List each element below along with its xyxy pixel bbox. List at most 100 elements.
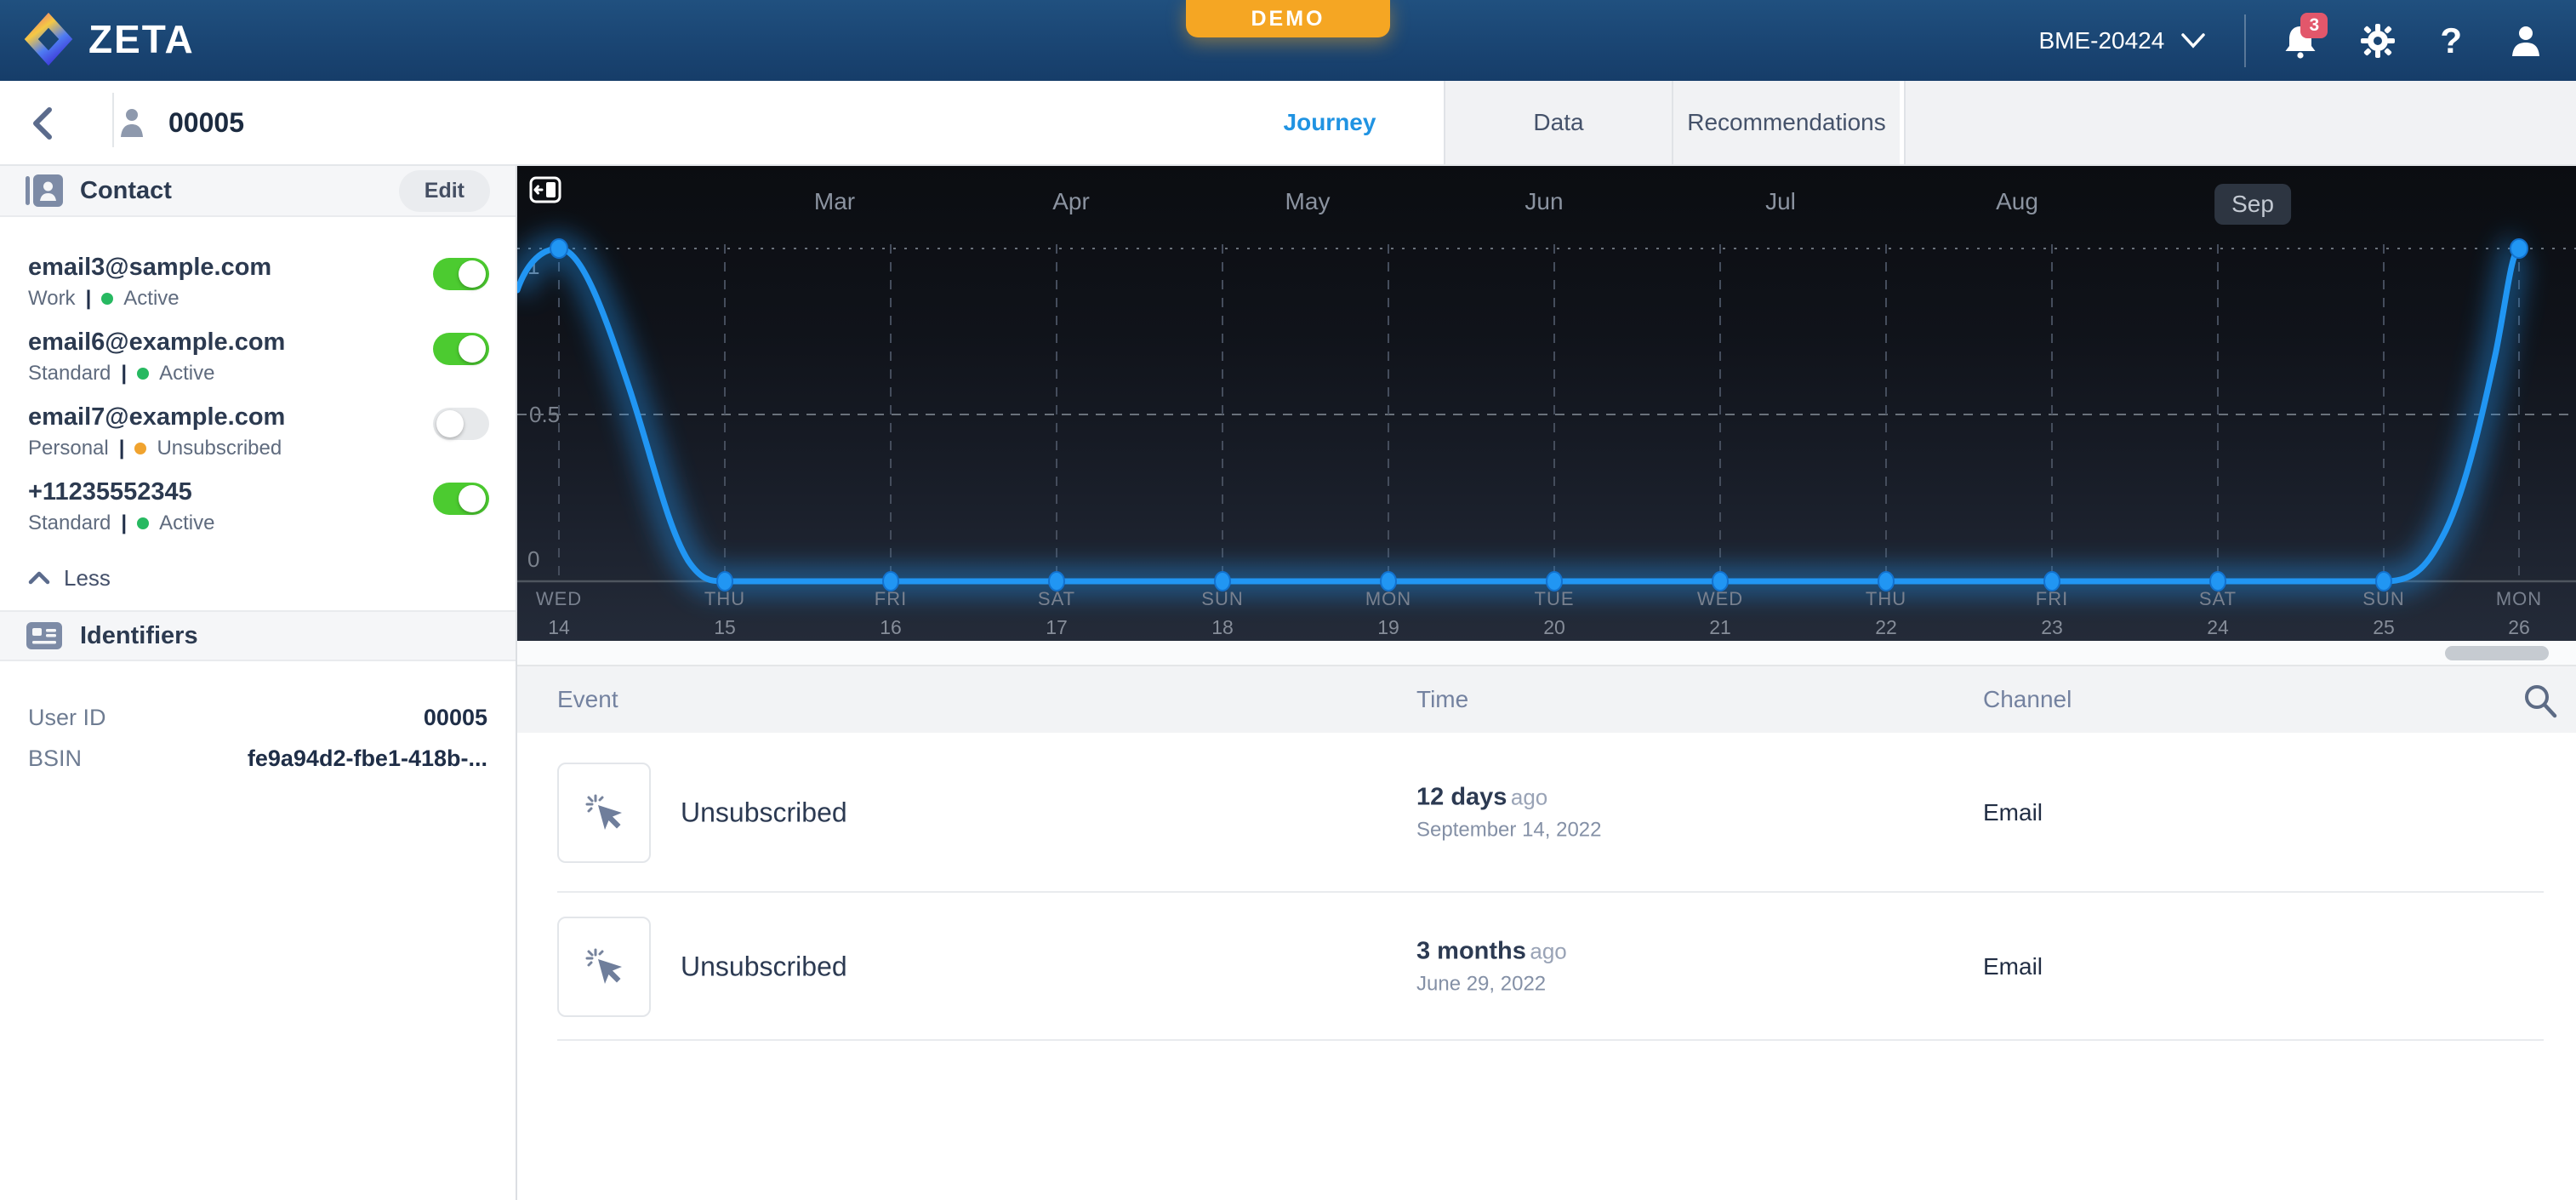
contact-section-title: Contact <box>80 177 172 205</box>
navbar-divider <box>2244 14 2246 67</box>
identifier-value: fe9a94d2-fbe1-418b-... <box>248 746 487 772</box>
contact-toggle[interactable] <box>433 258 489 290</box>
notifications-button[interactable]: 3 <box>2283 23 2317 59</box>
event-row[interactable]: Unsubscribed 3 months ago June 29, 2022 … <box>517 893 2576 1041</box>
profile-identity: 00005 <box>119 81 244 164</box>
toggle-knob <box>436 410 464 437</box>
status-label: Active <box>123 287 179 311</box>
event-name: Unsubscribed <box>681 797 847 829</box>
event-icon-box <box>557 917 651 1017</box>
separator: | <box>86 287 92 311</box>
line-plot <box>517 166 2576 641</box>
search-icon <box>2521 681 2560 720</box>
toggle-knob <box>459 260 486 288</box>
cursor-click-icon <box>582 791 626 835</box>
contact-section-header: Contact Edit <box>0 166 516 217</box>
zeta-app: ZETA DEMO BME-20424 3 <box>0 0 2576 1200</box>
event-name: Unsubscribed <box>681 951 847 983</box>
profile-tabs: Journey Data Recommendations <box>1216 81 1900 164</box>
tab-recommendations[interactable]: Recommendations <box>1672 81 1900 164</box>
event-channel: Email <box>1983 953 2043 980</box>
identifier-value: 00005 <box>424 705 487 731</box>
help-button[interactable]: ? <box>2440 23 2462 59</box>
contact-toggle[interactable] <box>433 483 489 515</box>
tab-journey[interactable]: Journey <box>1216 81 1444 164</box>
contact-item: +11235552345 Standard | Active <box>0 472 516 547</box>
time-relative: 3 months <box>1416 938 1526 965</box>
contact-list: email3@sample.com Work | Active email6@e… <box>0 217 516 593</box>
show-less-label: Less <box>64 565 111 591</box>
event-time: 12 days ago September 14, 2022 <box>1416 784 1602 843</box>
settings-button[interactable] <box>2360 23 2396 59</box>
contact-type: Standard <box>28 362 111 386</box>
contact-toggle[interactable] <box>433 333 489 365</box>
status-dot <box>134 443 146 454</box>
zeta-logo[interactable]: ZETA <box>22 11 195 67</box>
time-relative: 12 days <box>1416 784 1507 811</box>
event-channel: Email <box>1983 799 2043 826</box>
demo-ribbon[interactable]: DEMO <box>1186 0 1390 37</box>
tab-data[interactable]: Data <box>1444 81 1672 164</box>
status-dot <box>137 517 149 529</box>
account-name: BME-20424 <box>2038 27 2164 54</box>
status-label: Active <box>159 511 214 535</box>
search-events-button[interactable] <box>2521 681 2560 720</box>
toggle-knob <box>459 335 486 363</box>
chart-scrollbar-thumb[interactable] <box>2445 646 2549 660</box>
column-header-time: Time <box>1416 666 1468 733</box>
header-divider <box>112 93 114 147</box>
user-menu-button[interactable] <box>2510 24 2542 58</box>
gear-icon <box>2360 23 2396 59</box>
contact-item: email7@example.com Personal | Unsubscrib… <box>0 397 516 472</box>
show-less-link[interactable]: Less <box>28 563 516 593</box>
user-icon <box>2510 24 2542 58</box>
row-divider <box>557 1039 2544 1041</box>
event-row[interactable]: Unsubscribed 12 days ago September 14, 2… <box>517 733 2576 893</box>
tabs-filler <box>1904 81 2576 164</box>
logo-text: ZETA <box>88 16 195 62</box>
profile-header: 00005 Journey Data Recommendations <box>0 81 2576 166</box>
identifiers-list: User ID 00005 BSIN fe9a94d2-fbe1-418b-..… <box>0 661 516 779</box>
contact-item: email3@sample.com Work | Active <box>0 248 516 323</box>
contact-type: Standard <box>28 511 111 535</box>
status-dot <box>101 293 113 305</box>
column-header-channel: Channel <box>1983 666 2072 733</box>
time-date: September 14, 2022 <box>1416 819 1602 843</box>
contact-toggle[interactable] <box>433 408 489 440</box>
journey-panel: 10.50 <box>517 166 2576 1200</box>
zeta-diamond-icon <box>22 11 75 67</box>
time-ago-suffix: ago <box>1511 785 1547 810</box>
identifier-row: User ID 00005 <box>0 697 516 738</box>
separator: | <box>119 437 125 460</box>
id-card-icon <box>26 621 63 650</box>
events-table-header: Event Time Channel <box>517 666 2576 733</box>
chevron-down-icon <box>2180 31 2207 50</box>
person-icon <box>119 106 145 139</box>
time-date: June 29, 2022 <box>1416 973 1567 997</box>
identifiers-section-header: Identifiers <box>0 610 516 661</box>
status-label: Active <box>159 362 214 386</box>
collapse-panel-icon[interactable] <box>529 176 561 208</box>
contact-item: email6@example.com Standard | Active <box>0 323 516 397</box>
back-button[interactable] <box>24 101 61 146</box>
chart-scrollbar-track <box>517 641 2576 666</box>
status-label: Unsubscribed <box>157 437 282 460</box>
event-time: 3 months ago June 29, 2022 <box>1416 938 1567 997</box>
contact-sidebar: Contact Edit email3@sample.com Work | Ac… <box>0 166 517 1200</box>
identifiers-section-title: Identifiers <box>80 622 198 650</box>
journey-chart: 10.50 <box>517 166 2576 641</box>
edit-contact-button[interactable]: Edit <box>399 170 490 212</box>
account-switcher[interactable]: BME-20424 <box>2038 27 2207 54</box>
identifier-label: User ID <box>28 705 106 731</box>
page-title: 00005 <box>168 107 244 139</box>
column-header-event: Event <box>557 666 618 733</box>
contact-type: Work <box>28 287 76 311</box>
top-navbar: ZETA DEMO BME-20424 3 <box>0 0 2576 81</box>
toggle-knob <box>459 485 486 512</box>
separator: | <box>121 362 127 386</box>
status-dot <box>137 368 149 380</box>
events-table-body: Unsubscribed 12 days ago September 14, 2… <box>517 733 2576 1041</box>
navbar-right-cluster: BME-20424 3 <box>2038 0 2542 81</box>
chevron-left-icon <box>29 105 56 142</box>
notification-count-badge: 3 <box>2300 13 2328 38</box>
